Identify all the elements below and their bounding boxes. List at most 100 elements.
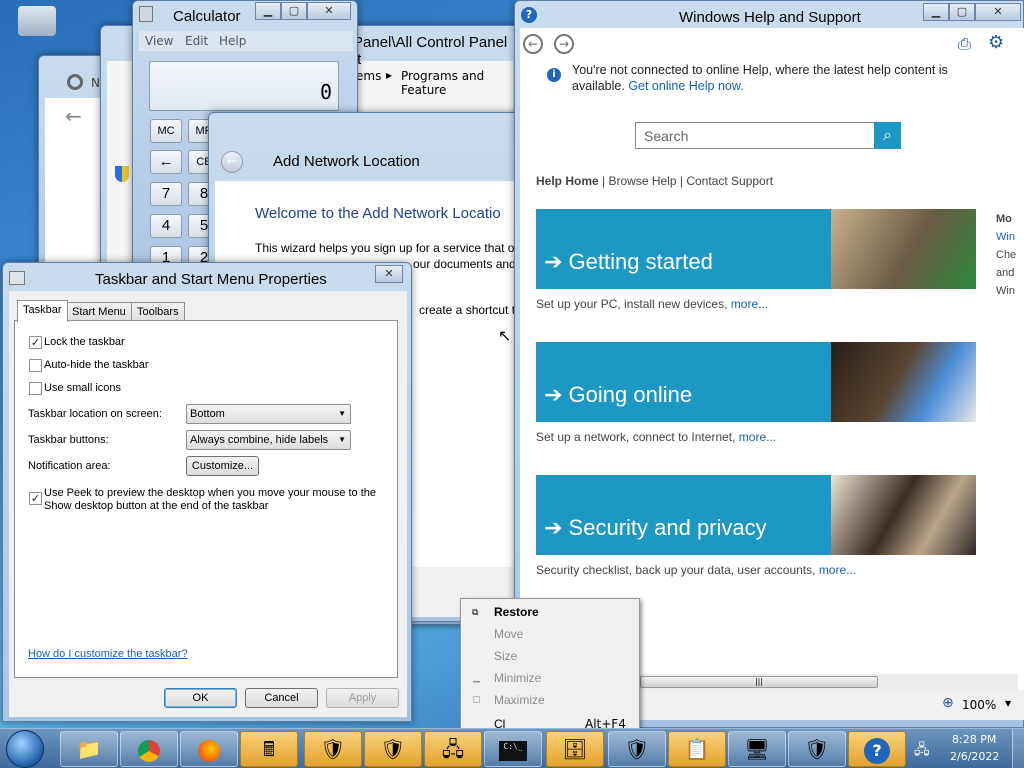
lock-taskbar-label: Lock the taskbar bbox=[44, 336, 125, 348]
menu-edit[interactable]: Edit bbox=[185, 34, 208, 48]
chrome-taskbar-button[interactable] bbox=[120, 731, 178, 767]
lock-taskbar-checkbox[interactable]: ✓ bbox=[29, 336, 42, 349]
calculator-menubar: View Edit Help bbox=[139, 31, 353, 51]
print-icon[interactable]: ⎙ bbox=[958, 34, 971, 54]
menu-item-size[interactable]: Size bbox=[494, 649, 517, 663]
more-link[interactable]: more... bbox=[731, 297, 768, 311]
ok-button[interactable]: OK bbox=[164, 688, 237, 708]
document-taskbar-button[interactable]: 📋 bbox=[668, 731, 726, 767]
photo-image bbox=[831, 342, 976, 422]
buttons-dropdown[interactable]: Always combine, hide labels ▼ bbox=[186, 430, 351, 450]
customize-button[interactable]: Customize... bbox=[186, 456, 259, 476]
maximize-button[interactable]: ▢ bbox=[281, 2, 307, 20]
help-link[interactable]: How do I customize the taskbar? bbox=[28, 648, 188, 660]
calculator-taskbar-button[interactable]: 🖩 bbox=[240, 731, 298, 767]
back-arrow-icon[interactable]: ← bbox=[221, 151, 243, 173]
online-help-link[interactable]: Get online Help now. bbox=[628, 79, 743, 93]
back-arrow-icon[interactable]: ← bbox=[523, 34, 543, 54]
network-tray-icon[interactable]: 🖧 bbox=[914, 739, 930, 763]
scrollbar-thumb[interactable]: ||| bbox=[640, 676, 878, 688]
more-link[interactable]: more... bbox=[739, 430, 776, 444]
menu-item-maximize[interactable]: Maximize bbox=[494, 693, 545, 707]
maximize-button[interactable]: ▢ bbox=[949, 3, 975, 21]
location-dropdown[interactable]: Bottom ▼ bbox=[186, 404, 351, 424]
shield-taskbar-button[interactable]: 🛡 bbox=[364, 731, 422, 767]
tab-start-menu[interactable]: Start Menu bbox=[66, 302, 132, 321]
menu-item-move[interactable]: Move bbox=[494, 627, 523, 641]
address-bar-text[interactable]: Panel\All Control Panel It bbox=[353, 34, 519, 68]
chevron-down-icon[interactable]: ▼ bbox=[1005, 699, 1011, 708]
server-taskbar-button[interactable]: 🗄 bbox=[546, 731, 604, 767]
recycle-bin-icon[interactable] bbox=[18, 6, 56, 36]
minimize-icon: ▁ bbox=[473, 673, 480, 683]
control-panel-taskbar-button[interactable]: 🖥 bbox=[728, 731, 786, 767]
start-button[interactable] bbox=[6, 730, 44, 768]
help-search-input[interactable]: Search bbox=[635, 122, 875, 149]
mc-button[interactable]: MC bbox=[150, 119, 182, 143]
digit-4-button[interactable]: 4 bbox=[150, 214, 182, 238]
tile-going-online[interactable]: ➔ Going online bbox=[536, 342, 976, 422]
apply-button[interactable]: Apply bbox=[326, 688, 399, 708]
more-link[interactable]: more... bbox=[819, 563, 856, 577]
explorer-taskbar-button[interactable]: 📁 bbox=[60, 731, 118, 767]
small-icons-checkbox[interactable] bbox=[29, 382, 42, 395]
shield-taskbar-button[interactable]: 🛡 bbox=[788, 731, 846, 767]
nav-contact-support[interactable]: Contact Support bbox=[686, 174, 773, 188]
clock-time[interactable]: 8:28 PM bbox=[952, 733, 996, 746]
taskbar-props-title: Taskbar and Start Menu Properties bbox=[95, 271, 327, 288]
forward-arrow-icon[interactable]: → bbox=[554, 34, 574, 54]
shield-taskbar-button[interactable]: 🛡 bbox=[304, 731, 362, 767]
shield-icon: 🛡 bbox=[380, 737, 406, 761]
nav-help-home[interactable]: Help Home bbox=[536, 174, 599, 188]
backspace-button[interactable]: ← bbox=[150, 150, 182, 174]
tile-security-privacy[interactable]: ➔ Security and privacy bbox=[536, 475, 976, 555]
help-taskbar-button[interactable]: ? bbox=[848, 731, 906, 767]
shield-icon bbox=[115, 166, 129, 182]
cancel-button[interactable]: Cancel bbox=[245, 688, 318, 708]
menu-item-minimize[interactable]: Minimize bbox=[494, 671, 541, 685]
calculator-display: 0 bbox=[149, 61, 339, 111]
tile-description: Set up a network, connect to Internet, m… bbox=[536, 430, 776, 444]
chevron-down-icon: ▼ bbox=[338, 435, 346, 444]
maximize-icon: ▢ bbox=[472, 695, 481, 705]
zoom-icon[interactable]: ⊕ bbox=[942, 695, 954, 711]
cmd-taskbar-button[interactable]: C:\_ bbox=[484, 731, 542, 767]
gear-icon[interactable]: ⚙ bbox=[988, 32, 1004, 53]
minimize-button[interactable]: ▁ bbox=[923, 3, 949, 21]
close-button[interactable]: ✕ bbox=[307, 2, 351, 20]
close-button[interactable]: ✕ bbox=[375, 265, 403, 283]
tab-toolbars[interactable]: Toolbars bbox=[131, 302, 185, 321]
show-desktop-button[interactable] bbox=[1012, 729, 1024, 768]
tile-getting-started[interactable]: ➔ Getting started bbox=[536, 209, 976, 289]
tile-desc-text: Set up your PC, install new devices, bbox=[536, 297, 728, 311]
horizontal-scrollbar[interactable]: ||| bbox=[640, 674, 1018, 690]
firefox-taskbar-button[interactable] bbox=[180, 731, 238, 767]
search-icon[interactable]: ⌕ bbox=[874, 122, 901, 149]
window-context-menu: ⧉ Restore Move Size ▁ Minimize ▢ Maximiz… bbox=[460, 598, 640, 731]
close-button[interactable]: ✕ bbox=[975, 3, 1021, 21]
back-arrow-icon[interactable]: ← bbox=[65, 104, 82, 128]
wizard-heading: Welcome to the Add Network Locatio bbox=[255, 205, 501, 222]
digit-7-button[interactable]: 7 bbox=[150, 182, 182, 206]
tile-label: ➔ Getting started bbox=[544, 249, 713, 274]
buttons-label: Taskbar buttons: bbox=[28, 434, 109, 446]
tab-taskbar[interactable]: Taskbar bbox=[17, 300, 68, 322]
location-value: Bottom bbox=[190, 408, 225, 420]
clock-date[interactable]: 2/6/2022 bbox=[950, 750, 999, 763]
peek-checkbox[interactable]: ✓ bbox=[29, 492, 42, 505]
minimize-button[interactable]: ▁ bbox=[255, 2, 281, 20]
shield-taskbar-button[interactable]: 🛡 bbox=[608, 731, 666, 767]
breadcrumb-item[interactable]: ems bbox=[356, 69, 381, 83]
menu-item-restore[interactable]: Restore bbox=[494, 605, 539, 619]
side-link[interactable]: Win bbox=[996, 228, 1016, 246]
peek-label-line2: Show desktop button at the end of the ta… bbox=[44, 500, 269, 512]
autohide-checkbox[interactable] bbox=[29, 359, 42, 372]
nav-browse-help[interactable]: Browse Help bbox=[609, 174, 677, 188]
menu-view[interactable]: View bbox=[145, 34, 173, 48]
zoom-level[interactable]: 100% bbox=[962, 698, 996, 712]
breadcrumb-item[interactable]: Programs and Feature bbox=[401, 69, 519, 97]
calculator-app-icon bbox=[139, 6, 153, 22]
menu-help[interactable]: Help bbox=[219, 34, 246, 48]
side-text: Che bbox=[996, 249, 1017, 261]
network-taskbar-button[interactable]: 🖧 bbox=[424, 731, 482, 767]
